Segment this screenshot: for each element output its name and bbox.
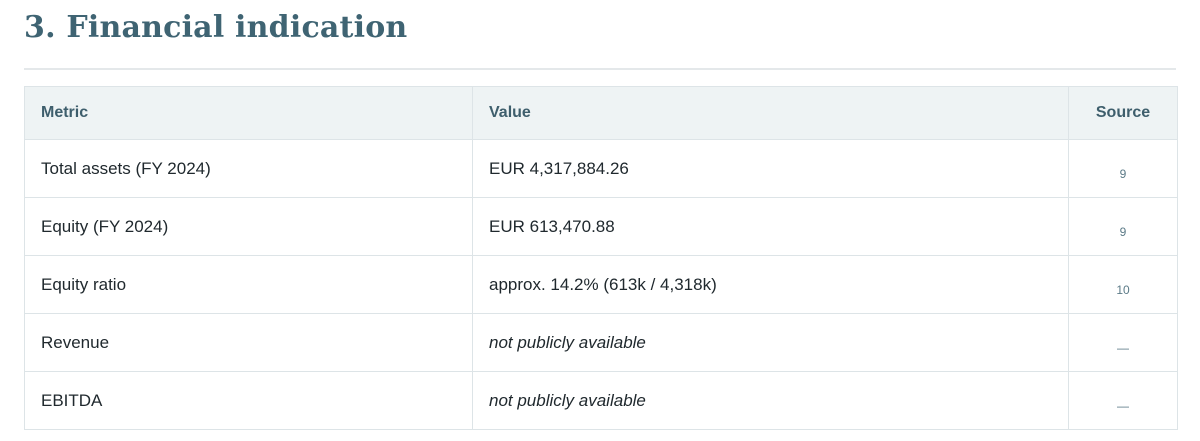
cell-metric: EBITDA <box>24 371 473 430</box>
cell-value: EUR 613,470.88 <box>472 197 1069 256</box>
financial-table: Metric Value Source Total assets (FY 202… <box>24 86 1178 430</box>
cell-metric: Equity ratio <box>24 255 473 314</box>
table-row: EBITDA not publicly available — <box>24 371 1178 430</box>
cell-source: — <box>1068 313 1178 372</box>
source-ref-link[interactable]: 10 <box>1116 283 1129 297</box>
table-row: Total assets (FY 2024) EUR 4,317,884.26 … <box>24 139 1178 198</box>
source-none: — <box>1117 398 1129 413</box>
table-row: Revenue not publicly available — <box>24 313 1178 372</box>
title-divider <box>24 68 1176 70</box>
cell-value-unavailable: not publicly available <box>472 371 1069 430</box>
cell-source: 9 <box>1068 197 1178 256</box>
cell-metric: Revenue <box>24 313 473 372</box>
table-header-row: Metric Value Source <box>24 86 1178 140</box>
cell-source: — <box>1068 371 1178 430</box>
source-none: — <box>1117 340 1129 355</box>
cell-value-unavailable: not publicly available <box>472 313 1069 372</box>
cell-source: 10 <box>1068 255 1178 314</box>
section-title: 3. Financial indication <box>24 10 408 45</box>
cell-metric: Total assets (FY 2024) <box>24 139 473 198</box>
source-ref-link[interactable]: 9 <box>1120 167 1127 181</box>
cell-metric: Equity (FY 2024) <box>24 197 473 256</box>
cell-value: approx. 14.2% (613k / 4,318k) <box>472 255 1069 314</box>
cell-source: 9 <box>1068 139 1178 198</box>
table-row: Equity ratio approx. 14.2% (613k / 4,318… <box>24 255 1178 314</box>
table-row: Equity (FY 2024) EUR 613,470.88 9 <box>24 197 1178 256</box>
header-source: Source <box>1068 86 1178 140</box>
cell-value: EUR 4,317,884.26 <box>472 139 1069 198</box>
header-value: Value <box>472 86 1069 140</box>
header-metric: Metric <box>24 86 473 140</box>
source-ref-link[interactable]: 9 <box>1120 225 1127 239</box>
